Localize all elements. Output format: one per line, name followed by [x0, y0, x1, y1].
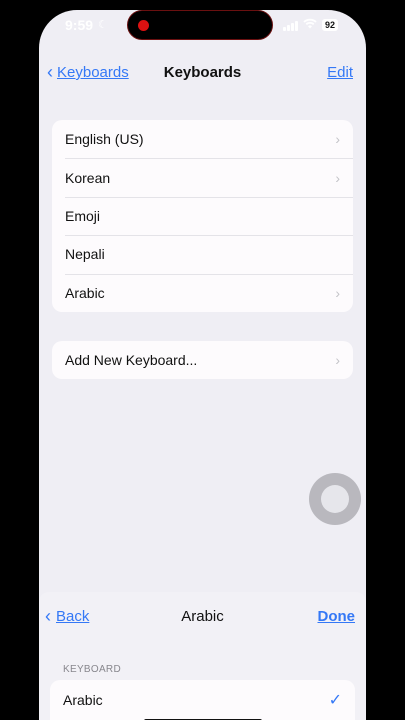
- keyboard-row-label: Nepali: [65, 246, 105, 263]
- cellular-signal-icon: [283, 20, 298, 31]
- battery-icon: 92: [322, 19, 339, 31]
- keyboard-row-label: Emoji: [65, 207, 101, 224]
- keyboard-row-label: Korean: [65, 169, 111, 186]
- status-time: 9:59: [65, 17, 94, 33]
- phone-screen: 9:59 ☾ 92 ‹ Keyboards Keyboards Edit Eng…: [39, 10, 366, 720]
- page-title: Keyboards: [163, 64, 242, 81]
- edit-button[interactable]: Edit: [327, 64, 353, 81]
- dynamic-island: [127, 10, 273, 40]
- add-new-keyboard-button[interactable]: Add New Keyboard... ›: [52, 341, 353, 379]
- chevron-right-icon: ›: [335, 284, 340, 301]
- arabic-keyboard-sheet: ‹ Back Arabic Done KEYBOARD Arabic ✓: [39, 592, 366, 720]
- add-new-keyboard-label: Add New Keyboard...: [65, 352, 198, 369]
- keyboard-row-label: Arabic: [65, 284, 105, 301]
- navigation-bar: ‹ Keyboards Keyboards Edit: [39, 62, 366, 86]
- assistive-touch-button[interactable]: [309, 473, 361, 525]
- keyboard-row-arabic[interactable]: Arabic ›: [52, 273, 353, 312]
- keyboard-row-english[interactable]: English (US) ›: [52, 120, 353, 158]
- chevron-right-icon: ›: [335, 352, 340, 369]
- keyboard-row-korean[interactable]: Korean ›: [52, 158, 353, 196]
- done-button[interactable]: Done: [318, 608, 356, 625]
- chevron-right-icon: ›: [335, 131, 340, 148]
- add-keyboard-group: Add New Keyboard... ›: [52, 341, 353, 380]
- chevron-right-icon: ›: [335, 169, 340, 186]
- focus-moon-icon: ☾: [98, 19, 108, 31]
- recording-indicator-icon: [138, 20, 149, 31]
- keyboard-row-label: English (US): [65, 131, 144, 148]
- keyboard-layout-row-arabic[interactable]: Arabic ✓: [50, 680, 355, 720]
- status-indicators: 92: [283, 18, 339, 32]
- keyboard-row-emoji[interactable]: Emoji: [52, 196, 353, 235]
- section-header: KEYBOARD: [63, 664, 121, 675]
- layout-row-label: Arabic: [63, 692, 103, 708]
- keyboards-list: English (US) › Korean › Emoji Nepali Ara…: [52, 120, 353, 312]
- wifi-icon: [303, 18, 317, 32]
- keyboard-row-nepali[interactable]: Nepali: [52, 235, 353, 273]
- checkmark-icon: ✓: [328, 692, 342, 709]
